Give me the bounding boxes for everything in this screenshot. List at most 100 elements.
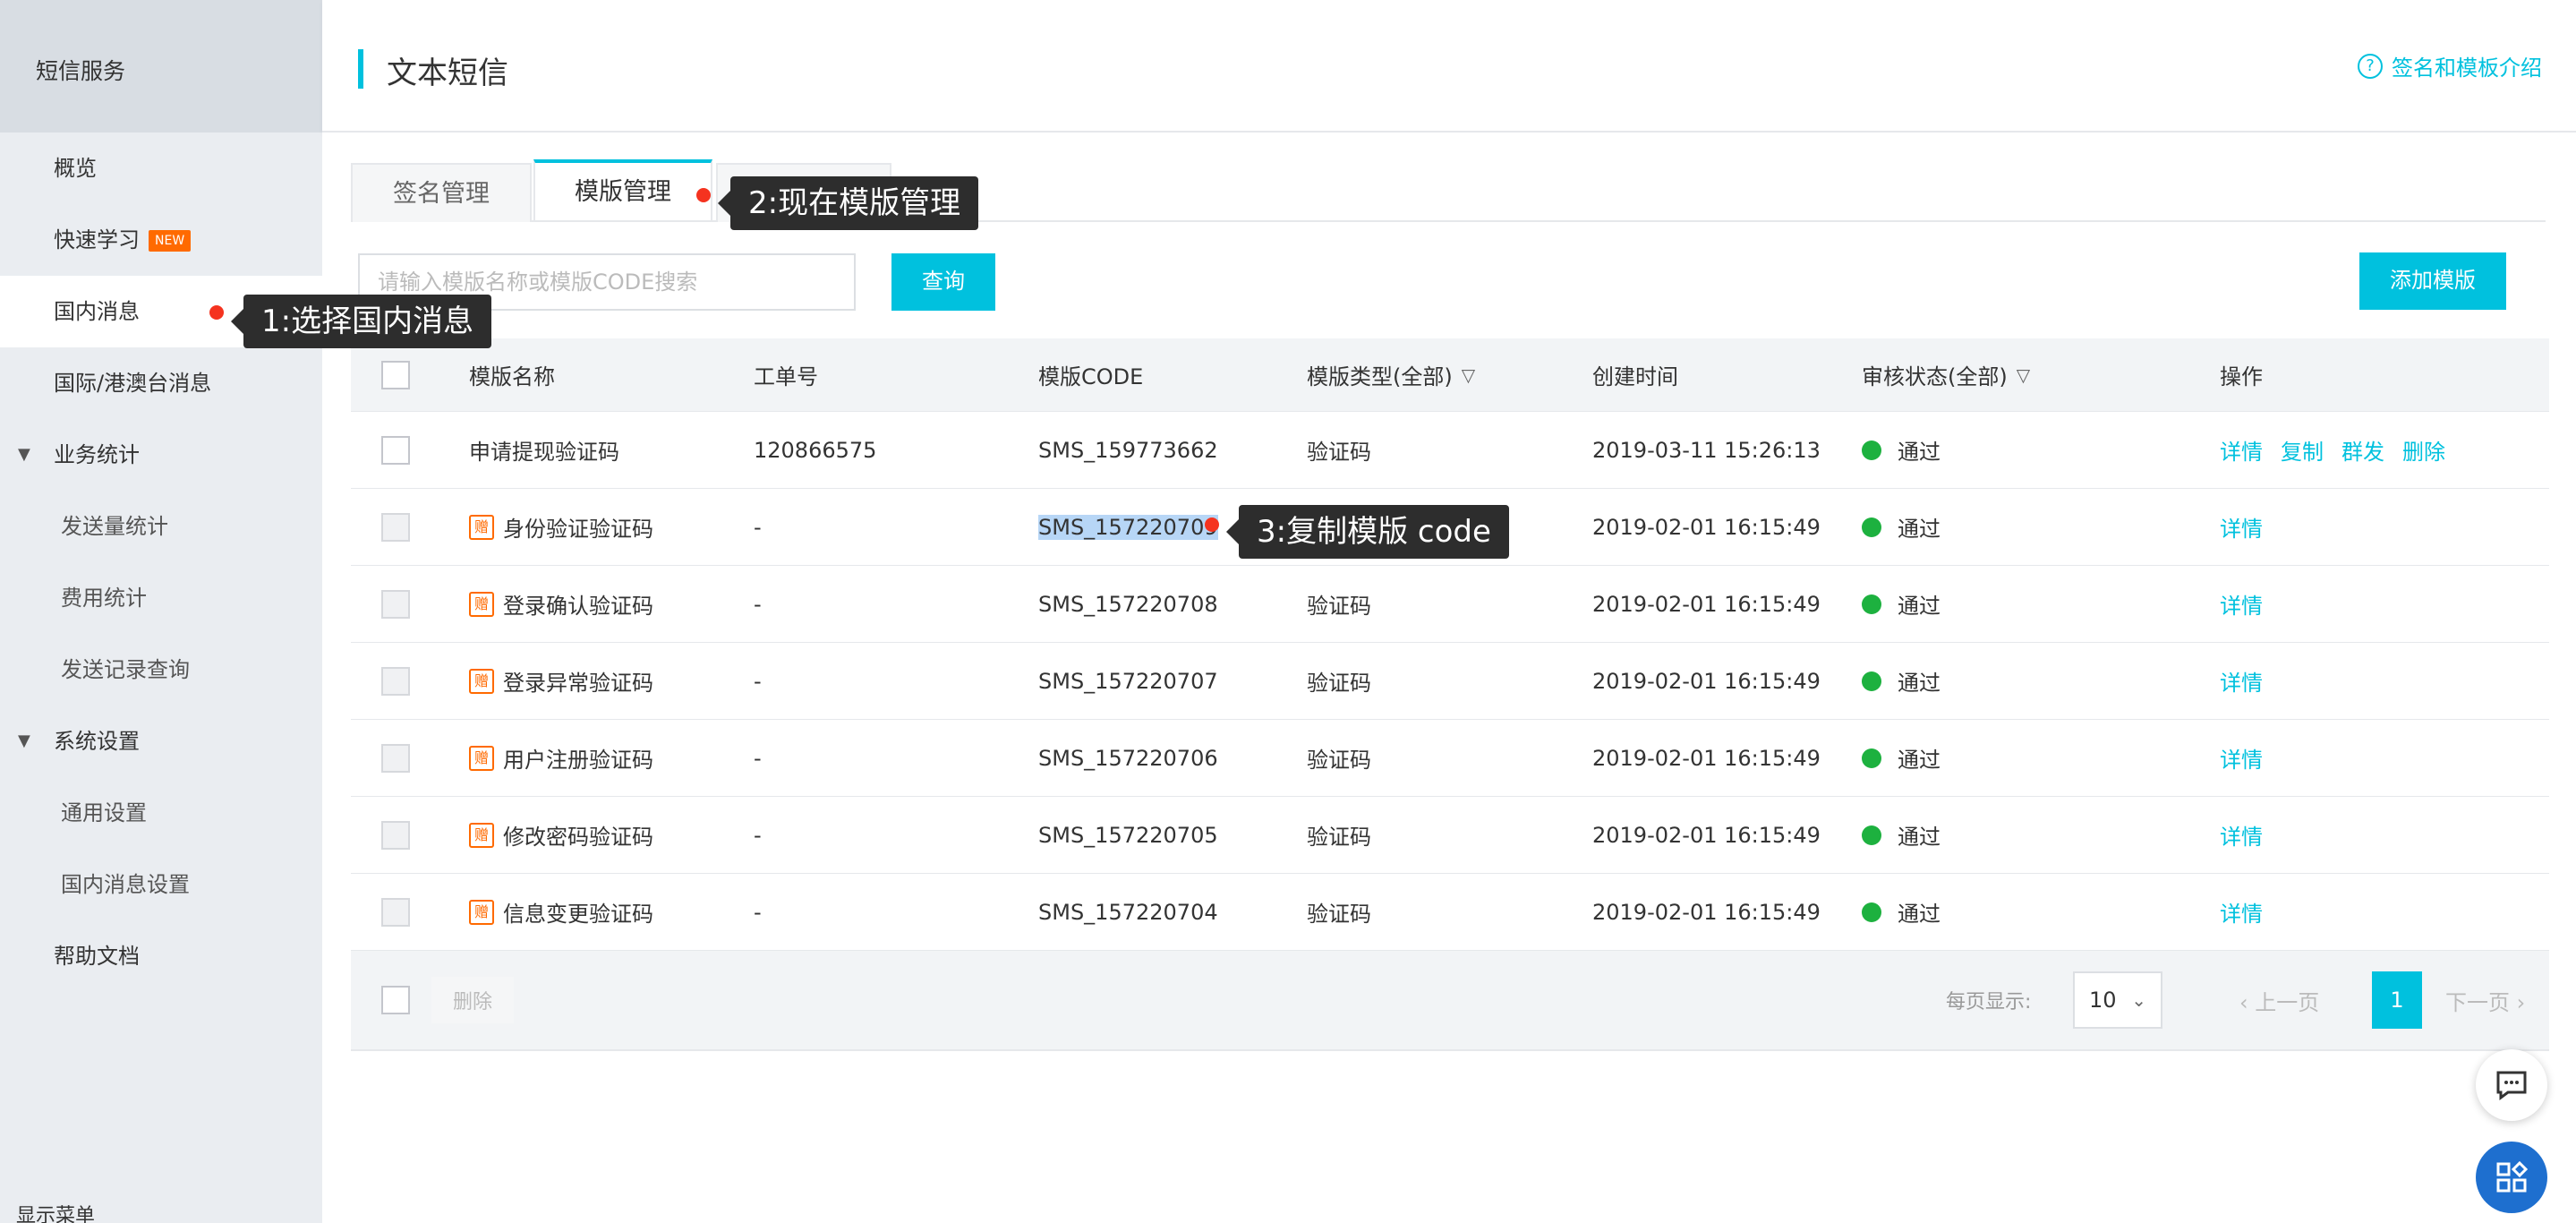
sidebar-item-label: 系统设置 (54, 729, 140, 754)
ticket-number: - (754, 514, 762, 540)
template-name: 登录异常验证码 (503, 671, 653, 696)
status-dot-icon (1862, 440, 1881, 460)
detail-link[interactable]: 详情 (2220, 742, 2263, 774)
select-all-checkbox[interactable] (381, 360, 410, 389)
detail-link[interactable]: 详情 (2220, 511, 2263, 543)
prev-page-button[interactable]: ‹ 上一页 (2239, 985, 2319, 1016)
tab-signature-management[interactable]: 签名管理 (351, 163, 532, 222)
copy-link[interactable]: 复制 (2281, 434, 2324, 466)
next-page-button[interactable]: 下一页 › (2445, 985, 2525, 1016)
footer-select-all-checkbox[interactable] (381, 986, 410, 1014)
detail-link[interactable]: 详情 (2220, 819, 2263, 851)
row-checkbox (381, 820, 410, 850)
sidebar-item-general-settings[interactable]: 通用设置 (0, 777, 322, 849)
row-select-cell (381, 643, 410, 719)
col-header: 操作 (2220, 364, 2263, 389)
caret-down-icon: ▼ (18, 731, 30, 750)
status-cell: 通过 (1862, 797, 1941, 873)
help-link[interactable]: ? 签名和模板介绍 (2358, 50, 2542, 81)
sidebar-item-label: 国内消息 (54, 299, 140, 324)
detail-link[interactable]: 详情 (2220, 588, 2263, 620)
row-checkbox[interactable] (381, 435, 410, 465)
bulk-delete-cell: 删除 (431, 951, 515, 1049)
chat-button[interactable] (2476, 1049, 2547, 1121)
add-template-button[interactable]: 添加模版 (2359, 252, 2506, 310)
status-label: 通过 (1898, 825, 1941, 850)
show-menu-toggle[interactable]: 显示菜单 (16, 1200, 95, 1223)
table-row: 赠用户注册验证码 - SMS_157220706 验证码 2019-02-01 … (351, 720, 2549, 797)
row-checkbox (381, 512, 410, 542)
chat-icon (2496, 1071, 2527, 1100)
filter-icon[interactable]: ▽ (2017, 364, 2030, 386)
status-label: 通过 (1898, 517, 1941, 542)
template-name: 信息变更验证码 (503, 902, 653, 927)
sidebar-item-cost-stats[interactable]: 费用统计 (0, 562, 322, 634)
sidebar-item-send-records[interactable]: 发送记录查询 (0, 634, 322, 706)
sidebar-group-business-stats[interactable]: ▼ 业务统计 (0, 419, 322, 491)
page-button-current[interactable]: 1 (2372, 971, 2422, 1029)
template-code: SMS_157220704 (1038, 899, 1218, 925)
main-content: 签名管理 模版管理 查询 添加模版 模版名称 工单号 模版CODE 模版类型(全… (322, 133, 2576, 1223)
created-time: 2019-02-01 16:15:49 (1592, 745, 1821, 771)
status-dot-icon (1862, 825, 1881, 845)
ticket-number: - (754, 822, 762, 848)
sidebar: 短信服务 概览 快速学习 NEW 国内消息 国际/港澳台消息 ▼ 业务统计 发送量统… (0, 0, 322, 1223)
status-dot-icon (1862, 902, 1881, 922)
apps-icon (2496, 1161, 2528, 1193)
status-label: 通过 (1898, 594, 1941, 619)
page-title: 文本短信 (387, 56, 508, 91)
template-code[interactable]: SMS_157220709 (1038, 514, 1218, 540)
delete-link[interactable]: 删除 (2402, 434, 2445, 466)
ticket-number: 120866575 (754, 437, 877, 463)
apps-button[interactable] (2476, 1142, 2547, 1213)
sidebar-item-quick-learn[interactable]: 快速学习 NEW (0, 204, 322, 276)
sidebar-item-label: 国内消息设置 (61, 872, 190, 897)
template-type: 验证码 (1307, 825, 1371, 850)
actions-cell: 详情 (2220, 874, 2281, 950)
filter-icon[interactable]: ▽ (1462, 364, 1475, 386)
sidebar-item-label: 快速学习 (54, 227, 140, 252)
gift-icon: 赠 (469, 822, 494, 848)
template-code: SMS_157220706 (1038, 745, 1218, 771)
query-button[interactable]: 查询 (891, 253, 995, 311)
template-code: SMS_157220708 (1038, 591, 1218, 617)
sidebar-item-help-docs[interactable]: 帮助文档 (0, 920, 322, 992)
sidebar-item-domestic-settings[interactable]: 国内消息设置 (0, 849, 322, 920)
annotation-dot (696, 188, 711, 202)
actions-cell: 详情 (2220, 489, 2281, 565)
footer-select-cell (381, 951, 410, 1049)
chevron-right-icon: › (2510, 989, 2526, 1015)
bulk-delete-button[interactable]: 删除 (431, 977, 515, 1023)
table-row: 赠登录异常验证码 - SMS_157220707 验证码 2019-02-01 … (351, 643, 2549, 720)
detail-link[interactable]: 详情 (2220, 896, 2263, 928)
col-header-type[interactable]: 模版类型(全部) ▽ (1307, 338, 1475, 411)
status-cell: 通过 (1862, 489, 1941, 565)
sidebar-group-system-settings[interactable]: ▼ 系统设置 (0, 706, 322, 777)
page-size-select[interactable]: 10 ⌄ (2073, 971, 2162, 1029)
table-header: 模版名称 工单号 模版CODE 模版类型(全部) ▽ 创建时间 审核状态(全部) ▽… (351, 338, 2549, 412)
caret-down-icon: ▼ (18, 445, 30, 464)
col-header: 创建时间 (1592, 364, 1678, 389)
row-checkbox (381, 589, 410, 619)
sidebar-item-send-volume[interactable]: 发送量统计 (0, 491, 322, 562)
status-dot-icon (1862, 517, 1881, 537)
sidebar-item-label: 概览 (54, 156, 97, 181)
template-code-cell[interactable]: SMS_157220709 (1038, 489, 1218, 565)
sidebar-item-label: 费用统计 (61, 586, 147, 611)
bulk-send-link[interactable]: 群发 (2341, 434, 2384, 466)
detail-link[interactable]: 详情 (2220, 434, 2263, 466)
status-label: 通过 (1898, 440, 1941, 465)
sidebar-item-international-message[interactable]: 国际/港澳台消息 (0, 347, 322, 419)
tab-template-management[interactable]: 模版管理 (533, 159, 712, 220)
col-header-status[interactable]: 审核状态(全部) ▽ (1862, 338, 2030, 411)
template-code: SMS_157220707 (1038, 668, 1218, 694)
sidebar-item-overview[interactable]: 概览 (0, 133, 322, 204)
template-type: 验证码 (1307, 440, 1371, 465)
new-badge: NEW (149, 230, 192, 252)
help-link-label: 签名和模板介绍 (2392, 56, 2542, 81)
status-label: 通过 (1898, 671, 1941, 696)
next-page-cell: 下一页 › (2445, 951, 2525, 1049)
detail-link[interactable]: 详情 (2220, 665, 2263, 697)
status-dot-icon (1862, 594, 1881, 614)
annotation-dot (1205, 517, 1219, 532)
